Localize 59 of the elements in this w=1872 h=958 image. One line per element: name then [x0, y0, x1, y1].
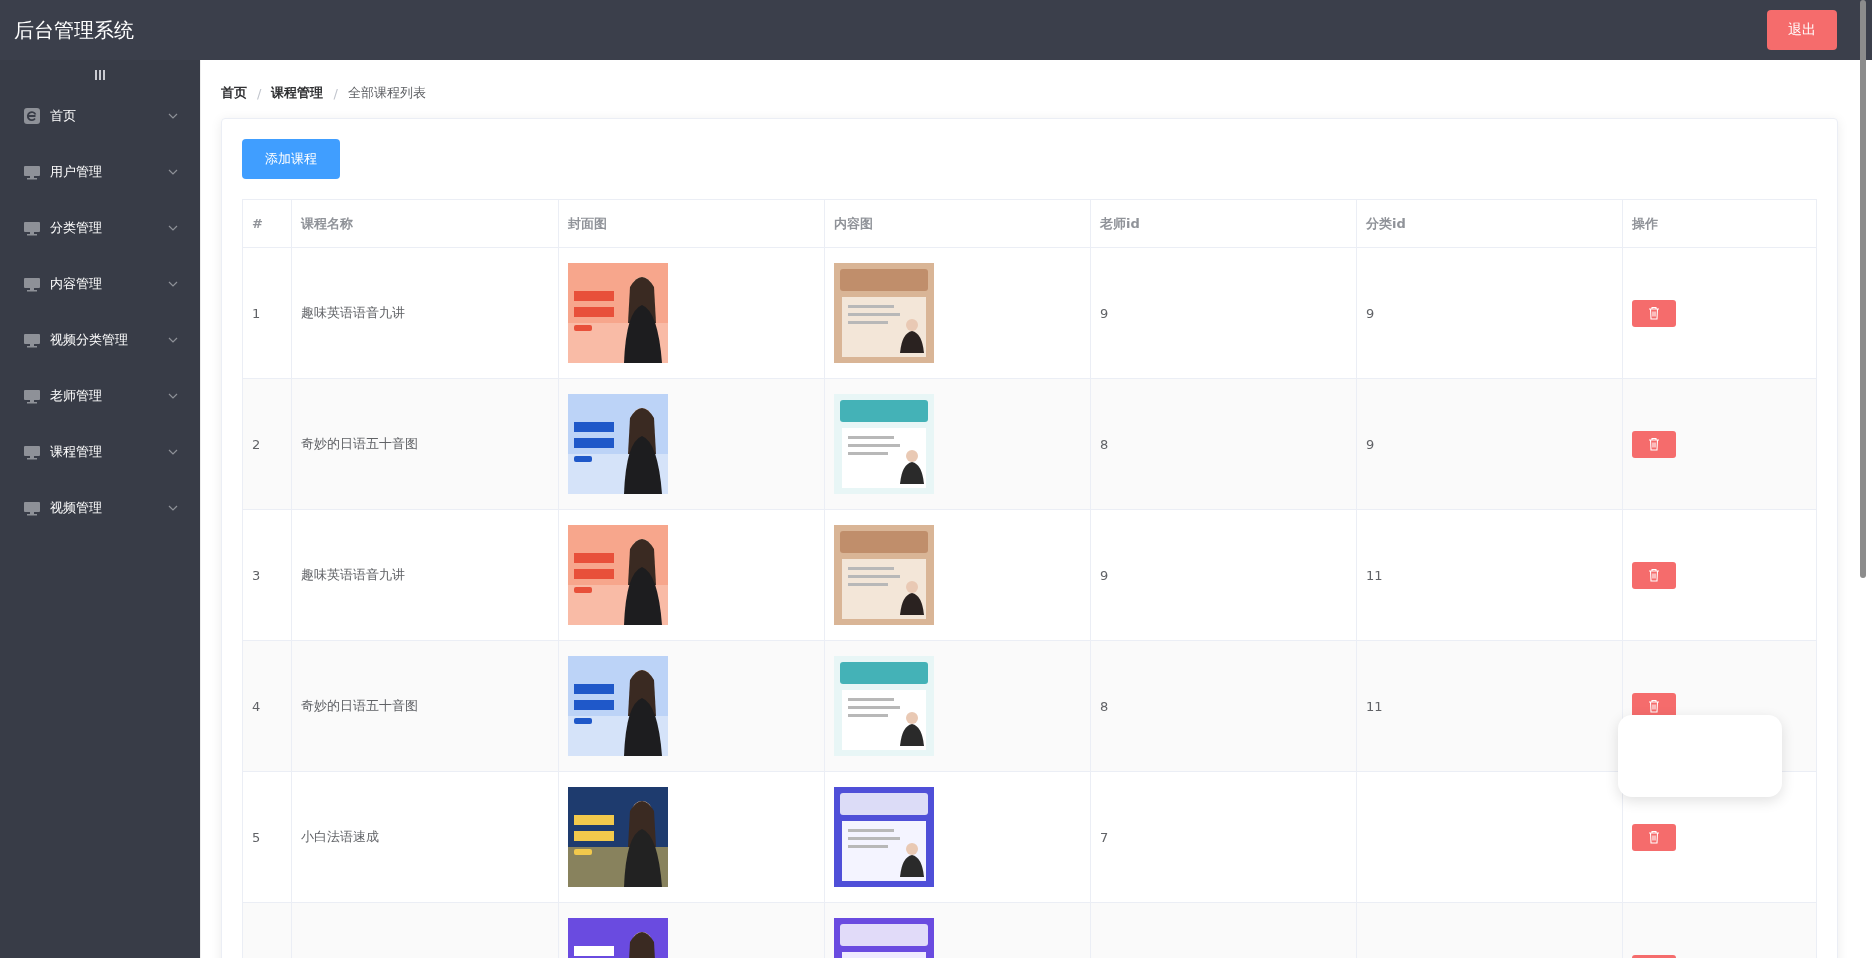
table-cell: 7 [1100, 829, 1109, 845]
breadcrumb-item[interactable]: 首页 [221, 84, 247, 102]
sidebar-item[interactable]: 课程管理 [24, 443, 102, 461]
column-header: # [242, 199, 292, 248]
monitor-icon [24, 164, 40, 180]
monitor-icon [24, 220, 40, 236]
table-cell: 11 [1366, 567, 1383, 583]
table-cell: 趣味英语语音九讲 [301, 305, 405, 320]
table-cell: 3 [252, 567, 261, 583]
delete-button[interactable] [1632, 430, 1676, 458]
column-header: 课程名称 [291, 199, 559, 248]
monitor-icon [24, 276, 40, 292]
home-icon [24, 108, 40, 124]
monitor-icon [24, 444, 40, 460]
table-cell: 奇妙的日语五十音图 [301, 698, 418, 713]
table-cell: 9 [1100, 305, 1109, 321]
menu-toggle-icon[interactable] [94, 70, 106, 80]
breadcrumb-item[interactable]: 课程管理 [271, 84, 324, 102]
monitor-icon [24, 500, 40, 516]
trash-icon [1648, 306, 1660, 320]
table-cell: 11 [1366, 698, 1383, 714]
breadcrumb-item: 全部课程列表 [347, 84, 426, 102]
table-cell: 9 [1366, 436, 1375, 452]
table-cell: 1 [252, 305, 261, 321]
sidebar-item[interactable]: 用户管理 [24, 163, 102, 181]
breadcrumb-separator: / [333, 85, 338, 101]
column-header: 封面图 [558, 199, 825, 248]
delete-button[interactable] [1632, 561, 1676, 589]
trash-icon [1648, 568, 1660, 582]
table-cell: 9 [1366, 305, 1375, 321]
table-cell: 8 [1100, 698, 1109, 714]
sidebar-item[interactable]: 分类管理 [24, 219, 102, 237]
delete-button[interactable] [1632, 823, 1676, 851]
table-cell: 趣味英语语音九讲 [301, 567, 405, 582]
delete-button[interactable] [1632, 299, 1676, 327]
sidebar-item[interactable]: 视频管理 [24, 499, 102, 517]
column-header: 老师id [1090, 199, 1357, 248]
monitor-icon [24, 332, 40, 348]
trash-icon [1648, 699, 1660, 713]
table-cell: 9 [1100, 567, 1109, 583]
trash-icon [1648, 830, 1660, 844]
column-header: 操作 [1622, 199, 1817, 248]
table-cell: 4 [252, 698, 261, 714]
table-cell: 8 [1100, 436, 1109, 452]
table-cell: 5 [252, 829, 261, 845]
sidebar-item[interactable]: 首页 [24, 107, 76, 125]
column-header: 分类id [1356, 199, 1623, 248]
column-header: 内容图 [824, 199, 1091, 248]
scrollbar[interactable] [1860, 0, 1866, 578]
trash-icon [1648, 437, 1660, 451]
table-cell: 奇妙的日语五十音图 [301, 436, 418, 451]
app-title: 后台管理系统 [14, 16, 134, 44]
table-cell: 2 [252, 436, 261, 452]
monitor-icon [24, 388, 40, 404]
sidebar-item[interactable]: 内容管理 [24, 275, 102, 293]
sidebar-item[interactable]: 老师管理 [24, 387, 102, 405]
table-cell: 小白法语速成 [301, 829, 379, 844]
sidebar-item[interactable]: 视频分类管理 [24, 331, 128, 349]
breadcrumb-separator: / [257, 85, 262, 101]
